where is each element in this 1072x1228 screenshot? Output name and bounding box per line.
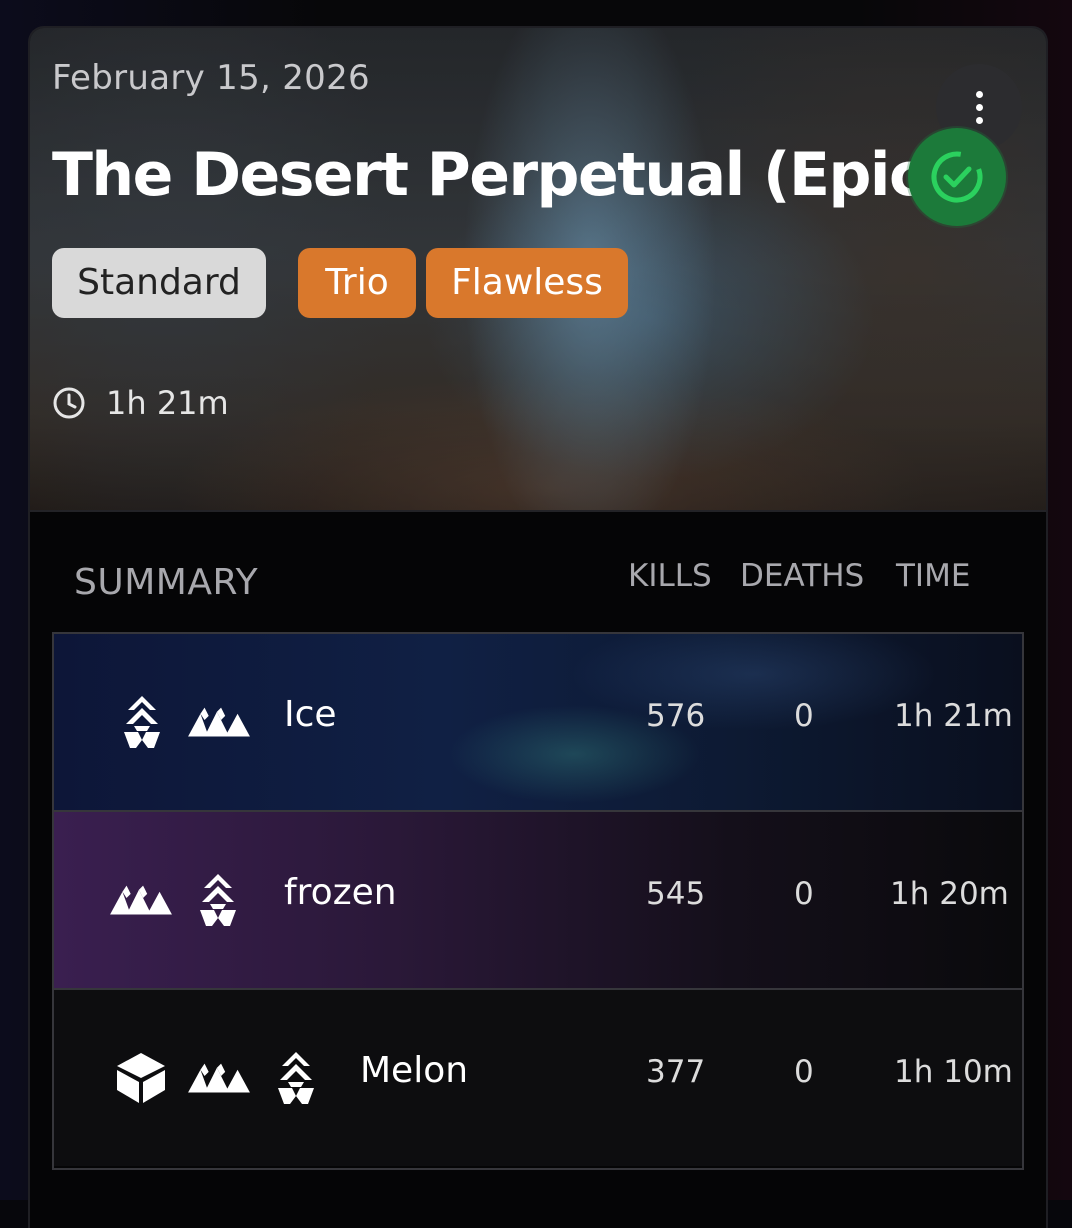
- activity-duration: 1h 21m: [52, 384, 229, 422]
- activity-card: February 15, 2026 The Desert Perpetual (…: [28, 26, 1048, 1228]
- warlock-class-icon: [190, 870, 246, 930]
- warlock-class-icon: [268, 1048, 324, 1108]
- player-name: Melon: [360, 1050, 469, 1091]
- hunter-class-icon: [186, 1061, 252, 1095]
- clock-icon: [53, 387, 85, 419]
- player-deaths: 0: [794, 876, 814, 912]
- player-kills: 576: [646, 698, 706, 734]
- activity-date: February 15, 2026: [52, 58, 370, 98]
- tag-trio: Trio: [298, 248, 416, 318]
- column-header-kills: KILLS: [628, 558, 712, 594]
- check-circle-icon: [908, 128, 1006, 226]
- hunter-class-icon: [108, 883, 174, 917]
- more-vertical-icon: [975, 90, 983, 124]
- titan-class-icon: [114, 1051, 168, 1105]
- warlock-class-icon: [114, 692, 170, 752]
- app-frame: February 15, 2026 The Desert Perpetual (…: [0, 0, 1072, 1228]
- player-row[interactable]: frozen 545 0 1h 20m: [54, 812, 1022, 990]
- player-time: 1h 10m: [894, 1054, 1013, 1090]
- player-deaths: 0: [794, 698, 814, 734]
- player-name: Ice: [284, 694, 337, 735]
- activity-title: The Desert Perpetual (Epic): [52, 140, 950, 210]
- player-table: Ice 576 0 1h 21m frozen 545 0 1h 20m Mel…: [52, 632, 1024, 1170]
- summary-label: SUMMARY: [74, 562, 259, 603]
- player-time: 1h 21m: [894, 698, 1013, 734]
- duration-value: 1h 21m: [106, 384, 229, 422]
- hero-banner: February 15, 2026 The Desert Perpetual (…: [30, 28, 1046, 512]
- player-name: frozen: [284, 872, 397, 913]
- tag-standard: Standard: [52, 248, 266, 318]
- player-time: 1h 20m: [890, 876, 1009, 912]
- player-row[interactable]: Melon 377 0 1h 10m: [54, 990, 1022, 1166]
- column-header-deaths: DEATHS: [740, 558, 865, 594]
- tag-flawless: Flawless: [426, 248, 628, 318]
- column-header-time: TIME: [896, 558, 971, 594]
- player-deaths: 0: [794, 1054, 814, 1090]
- player-row[interactable]: Ice 576 0 1h 21m: [54, 634, 1022, 812]
- player-kills: 545: [646, 876, 706, 912]
- summary-header: SUMMARY KILLS DEATHS TIME: [30, 548, 1046, 618]
- player-kills: 377: [646, 1054, 706, 1090]
- hunter-class-icon: [186, 705, 252, 739]
